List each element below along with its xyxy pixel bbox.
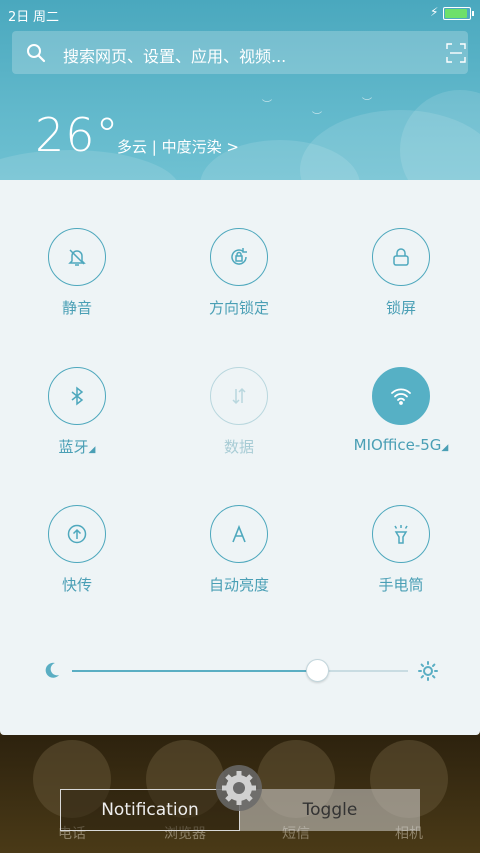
moon-icon [45, 662, 59, 678]
auto-brightness-icon [210, 505, 268, 563]
toggle-label: MIOffice-5G◢ [320, 436, 480, 454]
notification-tab[interactable]: Notification [60, 789, 240, 831]
expand-triangle-icon[interactable]: ◢ [441, 443, 448, 453]
toggle-auto-brightness[interactable]: 自动亮度 [158, 457, 320, 594]
bluetooth-icon [48, 367, 106, 425]
lock-icon [372, 228, 430, 286]
status-bar: 2日 周二 ⚡ [0, 0, 480, 28]
toggle-flashlight[interactable]: 手电筒 [320, 457, 480, 594]
share-icon [48, 505, 106, 563]
toggle-label: 数据 [223, 438, 254, 456]
quick-settings-panel: 静音 方向锁定 锁屏 蓝牙◢ 数据 MIOffice-5G◢ 快传 自动亮度 手… [0, 180, 480, 735]
toggle-label: 自动亮度 [208, 576, 269, 594]
brightness-fill [72, 670, 318, 672]
bird-icon: ︶ [362, 98, 372, 109]
toggle-rotation-lock[interactable]: 方向锁定 [158, 180, 320, 317]
toggle-label: 锁屏 [385, 299, 416, 317]
battery-level [445, 9, 467, 18]
toggle-label: 方向锁定 [208, 299, 269, 317]
data-arrows-icon [210, 367, 268, 425]
flashlight-icon [372, 505, 430, 563]
temperature[interactable]: 26° [35, 108, 120, 162]
charging-icon: ⚡ [430, 5, 439, 19]
bird-icon: ︶ [312, 112, 322, 123]
search-placeholder[interactable]: 搜索网页、设置、应用、视频... [63, 43, 286, 67]
bell-off-icon [48, 228, 106, 286]
toggle-label: 静音 [61, 299, 92, 317]
toggle-label-text: 蓝牙 [58, 438, 89, 456]
toggle-label: 手电筒 [378, 576, 424, 594]
rotation-lock-icon [210, 228, 268, 286]
wifi-icon [372, 367, 430, 425]
search-icon [27, 44, 46, 63]
toggle-quick-share[interactable]: 快传 [0, 457, 158, 594]
search-bar[interactable]: 搜索网页、设置、应用、视频... [12, 31, 468, 74]
toggle-bluetooth[interactable]: 蓝牙◢ [0, 319, 158, 456]
weather-description[interactable]: 多云 | 中度污染 > [117, 136, 239, 157]
header: 2日 周二 ⚡ 搜索网页、设置、应用、视频... ︶ ︶ ︶ 26° 多云 | … [0, 0, 480, 180]
toggle-silent[interactable]: 静音 [0, 180, 158, 317]
toggle-label-text: MIOffice-5G [353, 436, 442, 454]
toggle-data[interactable]: 数据 [158, 319, 320, 456]
bird-icon: ︶ [262, 100, 272, 111]
gear-icon[interactable] [214, 763, 264, 813]
toggle-label: 蓝牙◢ [0, 436, 158, 457]
battery-icon [443, 7, 474, 20]
status-weekday: 周二 [33, 10, 60, 25]
toggle-tab[interactable]: Toggle [240, 789, 420, 831]
status-date: 2日 [8, 10, 30, 25]
toggle-lock-screen[interactable]: 锁屏 [320, 180, 480, 317]
scan-icon[interactable] [446, 43, 466, 63]
toggle-label: 快传 [61, 576, 92, 594]
expand-triangle-icon[interactable]: ◢ [89, 445, 96, 455]
toggle-wifi[interactable]: MIOffice-5G◢ [320, 319, 480, 454]
sun-icon [418, 661, 438, 681]
brightness-slider[interactable] [72, 659, 408, 682]
